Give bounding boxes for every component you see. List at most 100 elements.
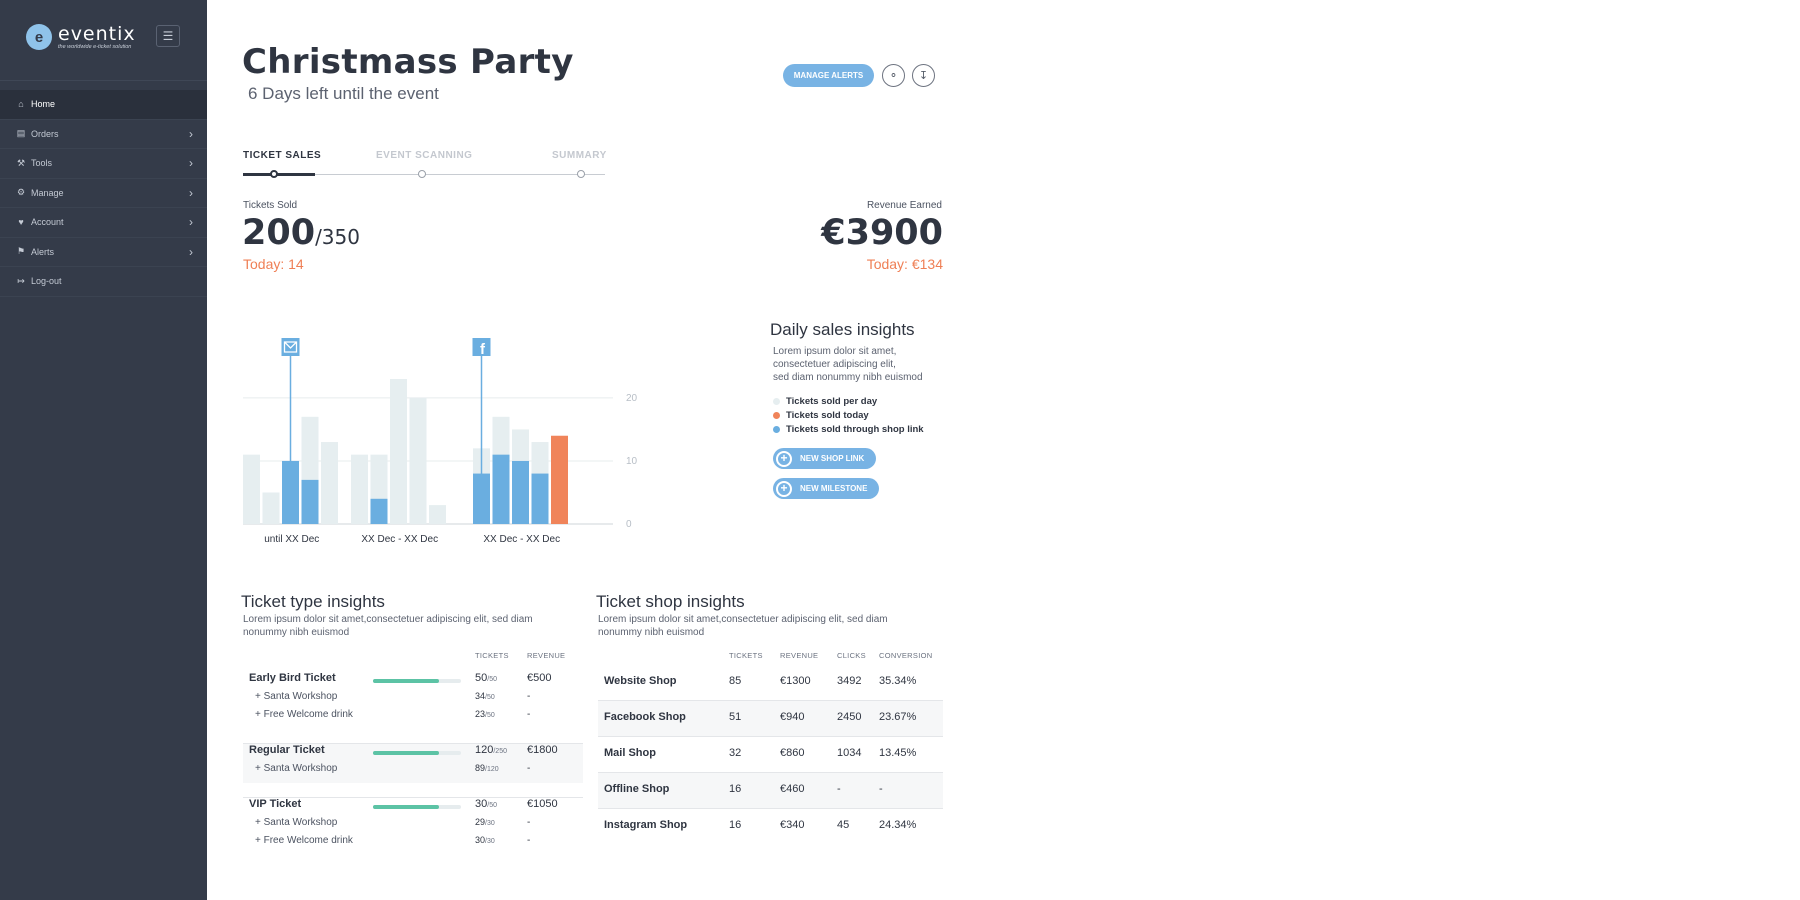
step-ticket-sales[interactable]: TICKET SALES: [243, 150, 321, 161]
sidebar-item-label: Tools: [31, 158, 53, 169]
table-row-separator: [598, 700, 943, 701]
chevron-right-icon: ›: [189, 156, 193, 170]
bar-per-day: [243, 454, 260, 524]
logo-name: eventix: [58, 23, 136, 45]
capacity: /120: [485, 766, 499, 773]
ticket-progress-fill: [373, 679, 439, 683]
sidebar: e eventix the worldwide e-ticket solutio…: [0, 0, 207, 900]
attach-button[interactable]: ⚬: [882, 64, 905, 87]
ticket-revenue: €1800: [527, 744, 558, 756]
x-category-label: XX Dec - XX Dec: [361, 534, 438, 545]
new-shop-link-button[interactable]: + NEW SHOP LINK: [773, 448, 877, 469]
y-tick-label: 10: [626, 456, 638, 467]
col-header-conversion: CONVERSION: [879, 651, 933, 660]
capacity: /250: [493, 748, 507, 755]
sold: 29: [475, 817, 486, 827]
menu-toggle-button[interactable]: ☰: [156, 25, 180, 47]
sidebar-item-account[interactable]: ♥ Account ›: [0, 208, 207, 238]
bar-shop-link: [531, 473, 549, 524]
logo[interactable]: e eventix the worldwide e-ticket solutio…: [26, 24, 136, 50]
bar-per-day: [429, 505, 446, 524]
col-header-tickets: TICKETS: [729, 651, 763, 660]
daily-sales-chart: 20 10 0 until XX Dec XX Dec - XX Dec XX Dec -…: [243, 334, 683, 554]
sold: 50: [475, 672, 488, 684]
chart-svg: 20 10 0 until XX Dec XX Dec - XX Dec XX Dec -…: [243, 338, 638, 545]
y-tick-label: 0: [626, 519, 632, 530]
sidebar-item-label: Orders: [31, 128, 59, 139]
ticket-sold-count: 23/50: [475, 709, 495, 719]
shop-conversion: 23.67%: [879, 711, 917, 723]
desc-line: nonummy nibh euismod: [598, 627, 705, 638]
col-header-tickets: TICKETS: [475, 651, 509, 660]
page-title: Christmass Party: [242, 42, 574, 82]
sidebar-item-logout[interactable]: ↦ Log-out: [0, 267, 207, 297]
logo-icon: e: [26, 24, 52, 50]
logout-icon: ↦: [17, 275, 25, 286]
sidebar-item-tools[interactable]: ⚒ Tools ›: [0, 149, 207, 179]
download-button[interactable]: ↧: [912, 64, 935, 87]
step-dot-ticket-sales: [270, 170, 278, 178]
shop-conversion: 24.34%: [879, 819, 917, 831]
gears-icon: ⚙: [16, 187, 26, 198]
shop-tickets: 32: [729, 747, 742, 759]
shop-revenue: €860: [780, 747, 805, 759]
bar-per-day: [321, 442, 338, 524]
shop-clicks: 1034: [837, 747, 862, 759]
manage-alerts-button[interactable]: MANAGE ALERTS: [783, 64, 874, 87]
ticket-revenue: -: [527, 835, 531, 846]
daily-insights-desc: Lorem ipsum dolor sit amet, consectetuer…: [773, 345, 923, 384]
ticket-addon-name: + Free Welcome drink: [255, 709, 353, 720]
tickets-sold-count: 200: [242, 213, 316, 253]
sidebar-item-home[interactable]: ⌂ Home: [0, 90, 207, 120]
capacity: /30: [485, 838, 495, 845]
step-dot-summary: [577, 170, 585, 178]
ticket-shop-title: Ticket shop insights: [596, 592, 745, 611]
col-header-revenue: REVENUE: [527, 651, 566, 660]
shop-conversion: 35.34%: [879, 675, 917, 687]
table-row-separator: [598, 772, 943, 773]
revenue-today: Today: €134: [866, 256, 943, 272]
shop-tickets: 85: [729, 675, 742, 687]
hamburger-icon: ☰: [162, 29, 174, 43]
legend-tickets-shop-link: Tickets sold through shop link: [773, 424, 924, 435]
shop-clicks: 3492: [837, 675, 862, 687]
plus-icon: +: [776, 480, 792, 497]
sold: 30: [475, 798, 488, 810]
bar-shop-link: [512, 460, 529, 524]
logo-tagline: the worldwide e-ticket solution: [58, 44, 132, 50]
shop-conversion: 13.45%: [879, 747, 917, 759]
sidebar-item-orders[interactable]: ▤ Orders ›: [0, 120, 207, 149]
ticket-revenue: €1050: [527, 798, 558, 810]
steps-track-active: [243, 173, 315, 176]
desc-line: nonummy nibh euismod: [243, 627, 350, 638]
orders-icon: ▤: [16, 128, 26, 139]
ticket-progress-fill: [373, 805, 439, 809]
tickets-total: /350: [315, 225, 360, 249]
ticket-sold-count: 30/50: [475, 798, 497, 810]
step-summary[interactable]: SUMMARY: [552, 150, 607, 161]
legend-tickets-today: Tickets sold today: [773, 410, 869, 421]
desc-line: Lorem ipsum dolor sit amet,: [773, 346, 897, 357]
main-content: Christmass Party 6 Days left until the e…: [207, 0, 1800, 900]
capacity: /50: [485, 694, 495, 701]
step-event-scanning[interactable]: EVENT SCANNING: [376, 150, 472, 161]
shop-name: Website Shop: [604, 675, 677, 687]
sold: 30: [475, 835, 486, 845]
button-label: NEW SHOP LINK: [800, 454, 865, 463]
capacity: /50: [487, 802, 497, 809]
sidebar-item-alerts[interactable]: ⚑ Alerts ›: [0, 238, 207, 267]
x-category-label: XX Dec - XX Dec: [483, 534, 560, 545]
sidebar-item-manage[interactable]: ⚙ Manage ›: [0, 179, 207, 208]
sidebar-item-label: Log-out: [31, 276, 62, 287]
ticket-type-name: Regular Ticket: [249, 744, 325, 756]
sold: 89: [475, 763, 486, 773]
bar-per-day: [351, 454, 368, 524]
new-milestone-button[interactable]: + NEW MILESTONE: [773, 478, 880, 499]
desc-line: Lorem ipsum dolor sit amet,consectetuer …: [598, 614, 888, 625]
ticket-sold-count: 50/50: [475, 672, 497, 684]
download-icon: ↧: [918, 70, 929, 82]
ticket-progress-bar: [373, 679, 461, 683]
ticket-revenue: €500: [527, 672, 552, 684]
legend-tickets-per-day: Tickets sold per day: [773, 396, 877, 407]
sold: 23: [475, 709, 486, 719]
